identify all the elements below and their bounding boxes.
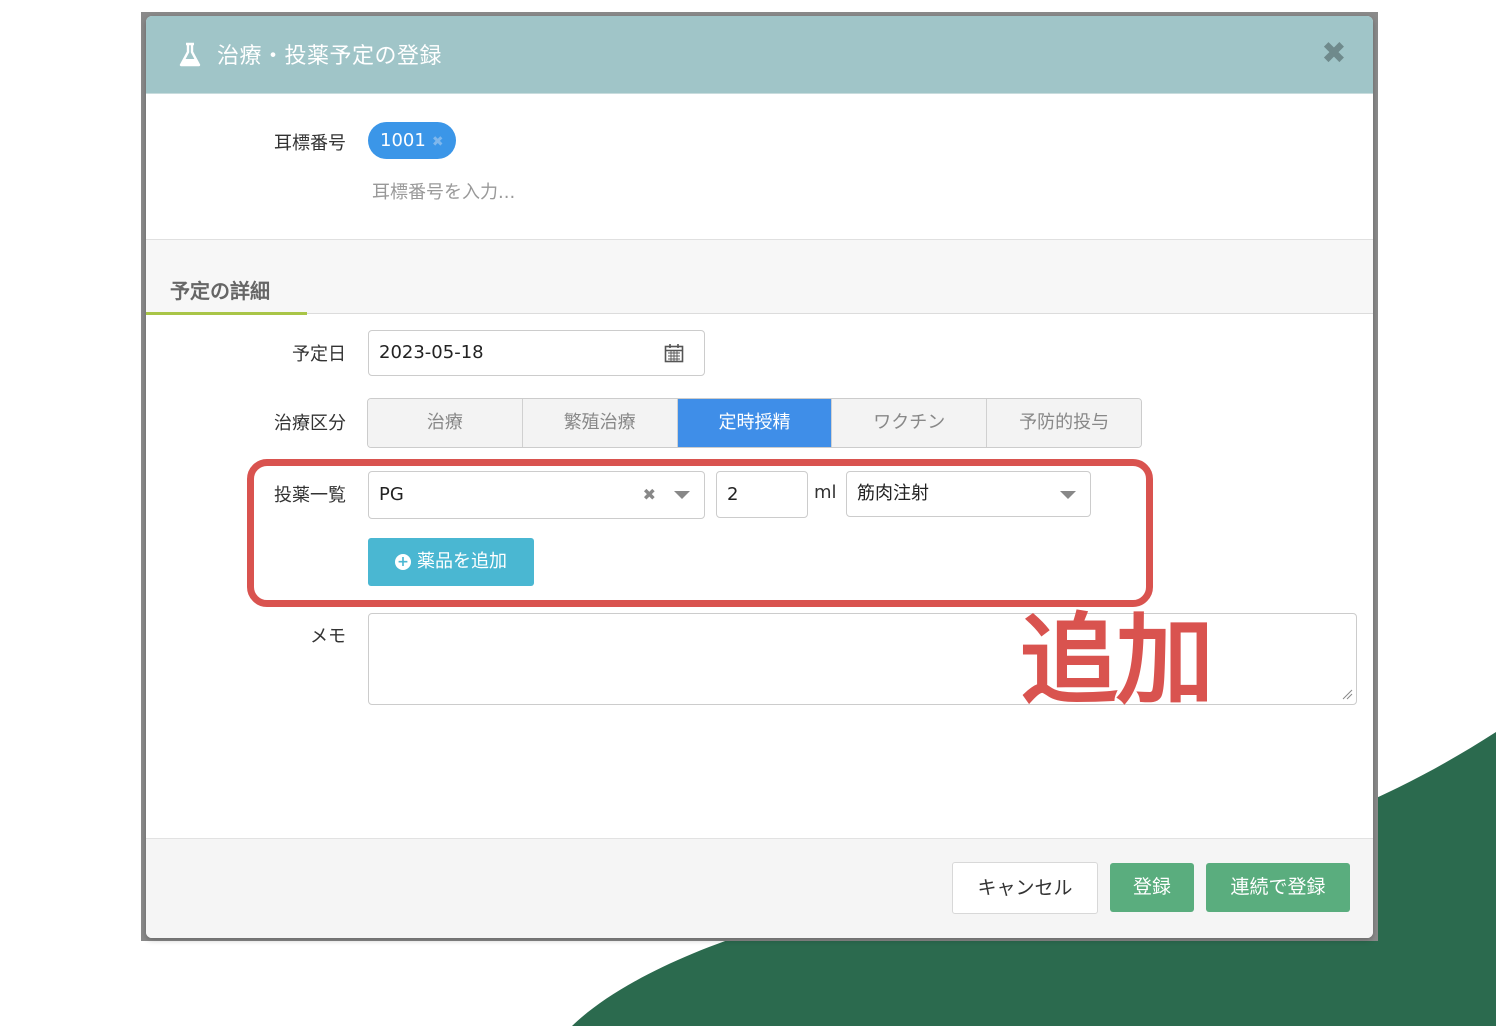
ear-tag-input[interactable]: 耳標番号を入力... [372, 178, 515, 204]
section-underline [146, 312, 307, 315]
ear-tag-value: 1001 [380, 130, 426, 151]
close-icon[interactable]: ✖ [1317, 36, 1351, 72]
ear-tag-chip[interactable]: 1001 ✖ [368, 122, 456, 159]
flask-icon [179, 42, 201, 67]
category-prophylactic[interactable]: 予防的投与 [987, 399, 1141, 447]
section-title: 予定の詳細 [170, 279, 270, 303]
section-header-band [146, 240, 1373, 314]
calendar-icon[interactable] [664, 343, 684, 363]
category-vaccine[interactable]: ワクチン [832, 399, 988, 447]
memo-label: メモ [310, 626, 346, 647]
register-button[interactable]: 登録 [1110, 863, 1194, 912]
date-label: 予定日 [292, 344, 346, 365]
date-input[interactable]: 2023-05-18 [368, 330, 705, 376]
remove-tag-icon[interactable]: ✖ [432, 134, 444, 150]
date-value: 2023-05-18 [379, 342, 484, 363]
category-timed-insemination[interactable]: 定時授精 [677, 399, 833, 447]
category-breeding-treatment[interactable]: 繁殖治療 [522, 399, 678, 447]
cancel-button[interactable]: キャンセル [952, 862, 1098, 914]
highlight-annotation-box [247, 459, 1153, 607]
ear-tag-label: 耳標番号 [274, 133, 346, 154]
category-label: 治療区分 [274, 413, 346, 434]
annotation-label: 追加 [1020, 604, 1214, 718]
register-continuous-button[interactable]: 連続で登録 [1206, 863, 1350, 912]
category-button-group: 治療 繁殖治療 定時授精 ワクチン 予防的投与 [367, 398, 1142, 448]
category-treatment[interactable]: 治療 [368, 399, 523, 447]
modal-header: 治療・投薬予定の登録 ✖ [146, 16, 1373, 94]
resize-handle-icon[interactable] [1341, 688, 1353, 700]
modal-title: 治療・投薬予定の登録 [217, 44, 443, 69]
section-divider [146, 313, 1373, 314]
